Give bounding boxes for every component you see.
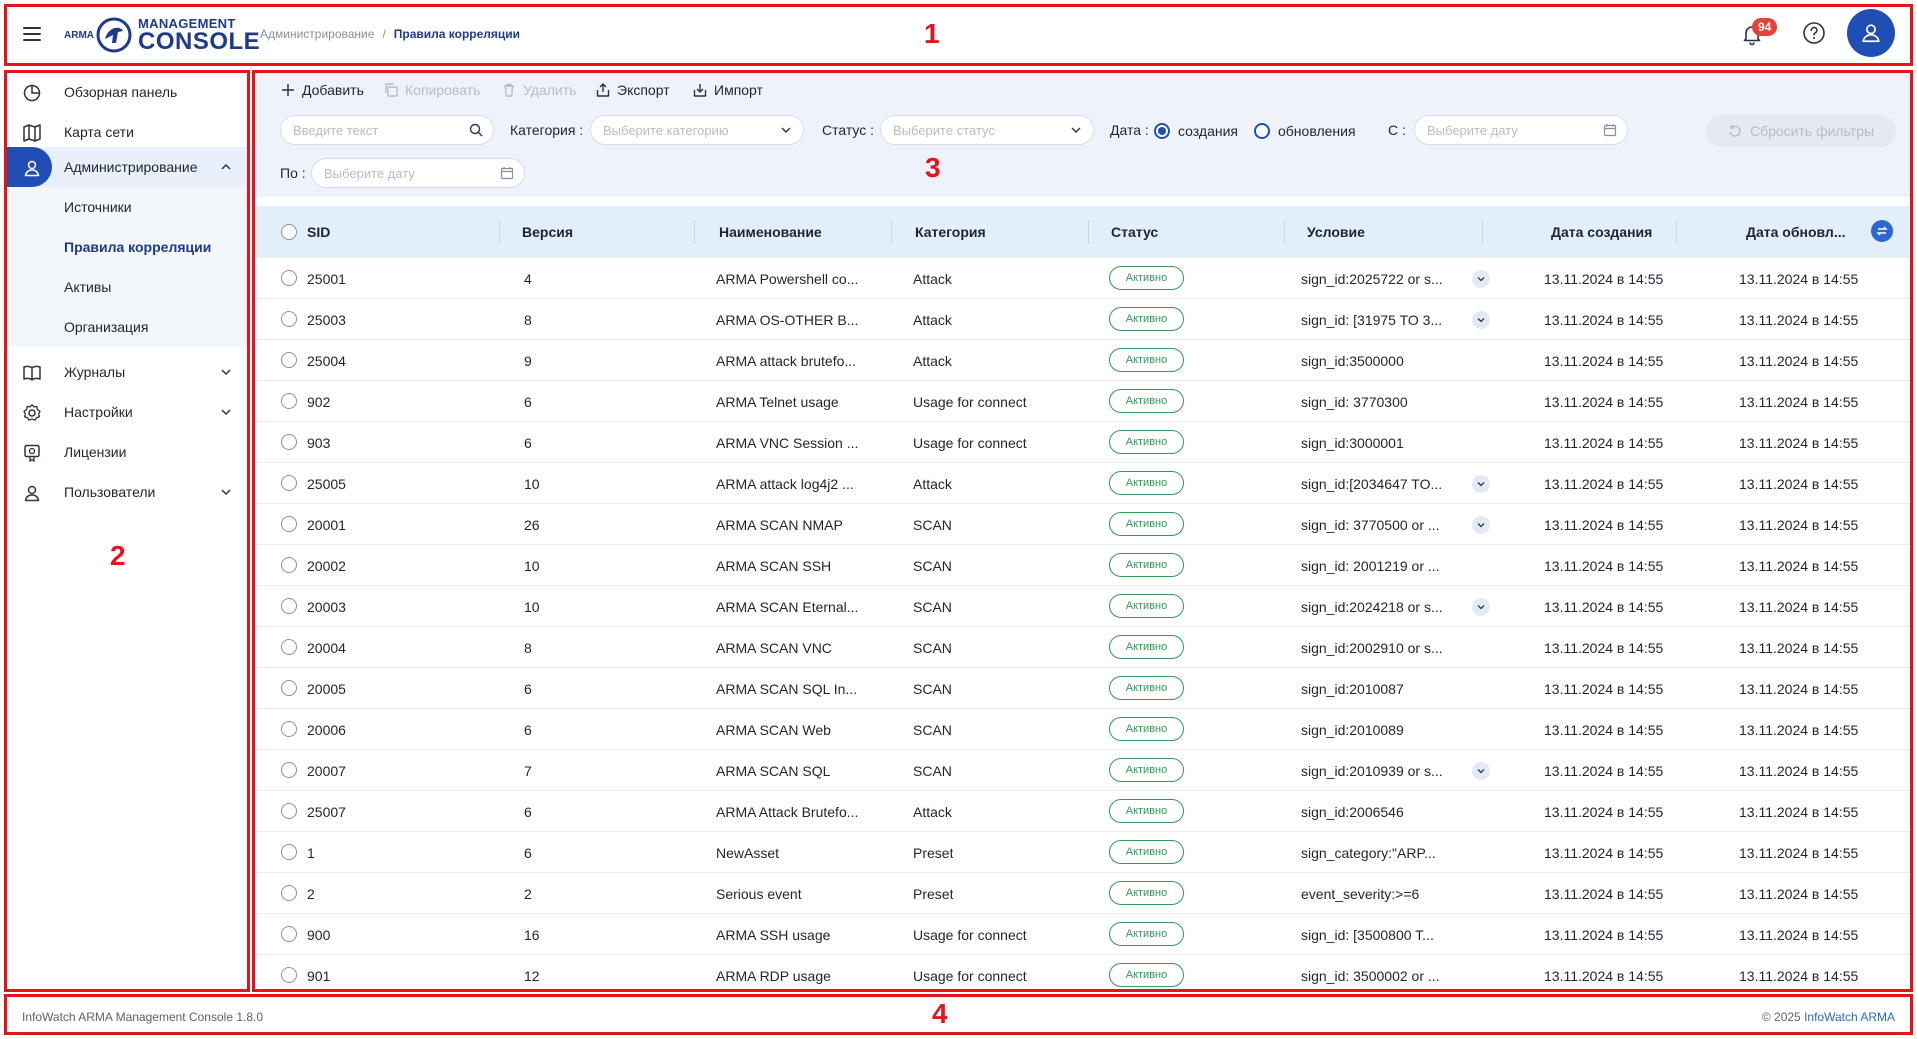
annotation-number: 3 xyxy=(925,152,941,183)
annotation-frame-3 xyxy=(252,70,1913,992)
annotation-frame-2 xyxy=(4,70,250,992)
annotation-frame-4 xyxy=(4,994,1913,1035)
annotation-number: 1 xyxy=(924,18,940,49)
annotation-number: 2 xyxy=(110,540,126,571)
annotation-frame-1 xyxy=(4,4,1913,66)
annotation-number: 4 xyxy=(932,998,948,1029)
